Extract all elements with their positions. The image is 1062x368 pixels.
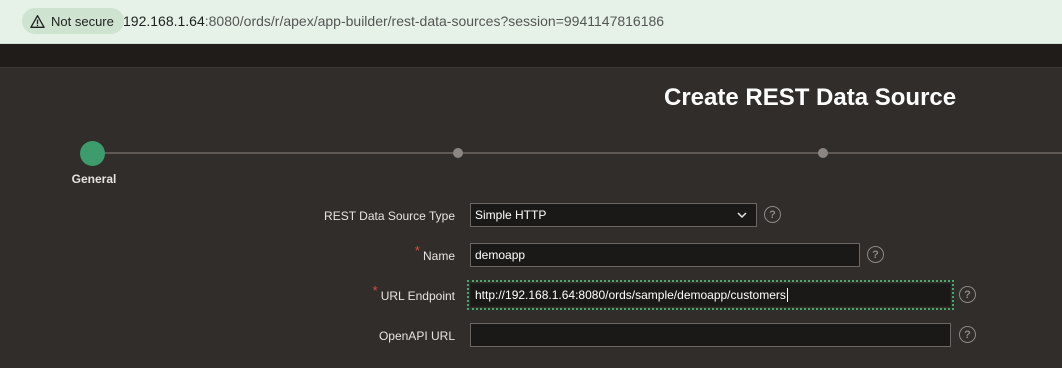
help-icon[interactable]: ? xyxy=(959,326,976,343)
source-type-label: REST Data Source Type xyxy=(324,203,455,229)
name-value: demoapp xyxy=(475,248,526,262)
page-title: Create REST Data Source xyxy=(664,84,957,111)
wizard-step-general-label: General xyxy=(71,172,117,186)
name-label-text: Name xyxy=(422,249,455,263)
form-row-name: * Name demoapp ? xyxy=(0,243,1062,269)
wizard-step-2-marker xyxy=(453,148,463,158)
source-type-select[interactable]: Simple HTTP xyxy=(470,203,757,227)
url-endpoint-input[interactable]: http://192.168.1.64:8080/ords/sample/dem… xyxy=(467,280,954,310)
url-path: :8080/ords/r/apex/app-builder/rest-data-… xyxy=(204,13,665,29)
openapi-url-label-text: OpenAPI URL xyxy=(378,329,455,343)
url-host: 192.168.1.64 xyxy=(123,13,205,29)
url-endpoint-label: * URL Endpoint xyxy=(373,283,455,309)
security-label: Not secure xyxy=(51,13,114,29)
url-field[interactable]: 192.168.1.64:8080/ords/r/apex/app-builde… xyxy=(123,13,664,29)
text-cursor xyxy=(786,288,788,302)
form-row-url-endpoint: * URL Endpoint http://192.168.1.64:8080/o… xyxy=(0,280,1062,310)
browser-address-bar: Not secure 192.168.1.64:8080/ords/r/apex… xyxy=(0,0,1062,44)
form-row-openapi-url: OpenAPI URL ? xyxy=(0,323,1062,349)
chevron-down-icon xyxy=(737,212,747,219)
source-type-value: Simple HTTP xyxy=(475,208,547,222)
source-type-label-text: REST Data Source Type xyxy=(324,209,455,223)
security-indicator[interactable]: Not secure xyxy=(22,8,124,34)
help-icon[interactable]: ? xyxy=(867,246,884,263)
openapi-url-input[interactable] xyxy=(470,323,951,347)
wizard-step-3-marker xyxy=(818,148,828,158)
warning-icon xyxy=(30,14,45,28)
help-icon[interactable]: ? xyxy=(764,206,781,223)
form-row-source-type: REST Data Source Type Simple HTTP ? xyxy=(0,203,1062,229)
url-endpoint-label-text: URL Endpoint xyxy=(380,289,455,303)
help-icon[interactable]: ? xyxy=(959,286,976,303)
app-header xyxy=(0,44,1062,68)
wizard-progress-track xyxy=(92,152,1062,154)
url-endpoint-value: http://192.168.1.64:8080/ords/sample/dem… xyxy=(475,288,786,302)
wizard-step-general-marker xyxy=(80,141,105,166)
openapi-url-label: OpenAPI URL xyxy=(379,323,455,349)
name-label: * Name xyxy=(415,243,455,269)
required-marker: * xyxy=(372,282,378,298)
name-input[interactable]: demoapp xyxy=(470,243,860,267)
required-marker: * xyxy=(414,242,420,258)
